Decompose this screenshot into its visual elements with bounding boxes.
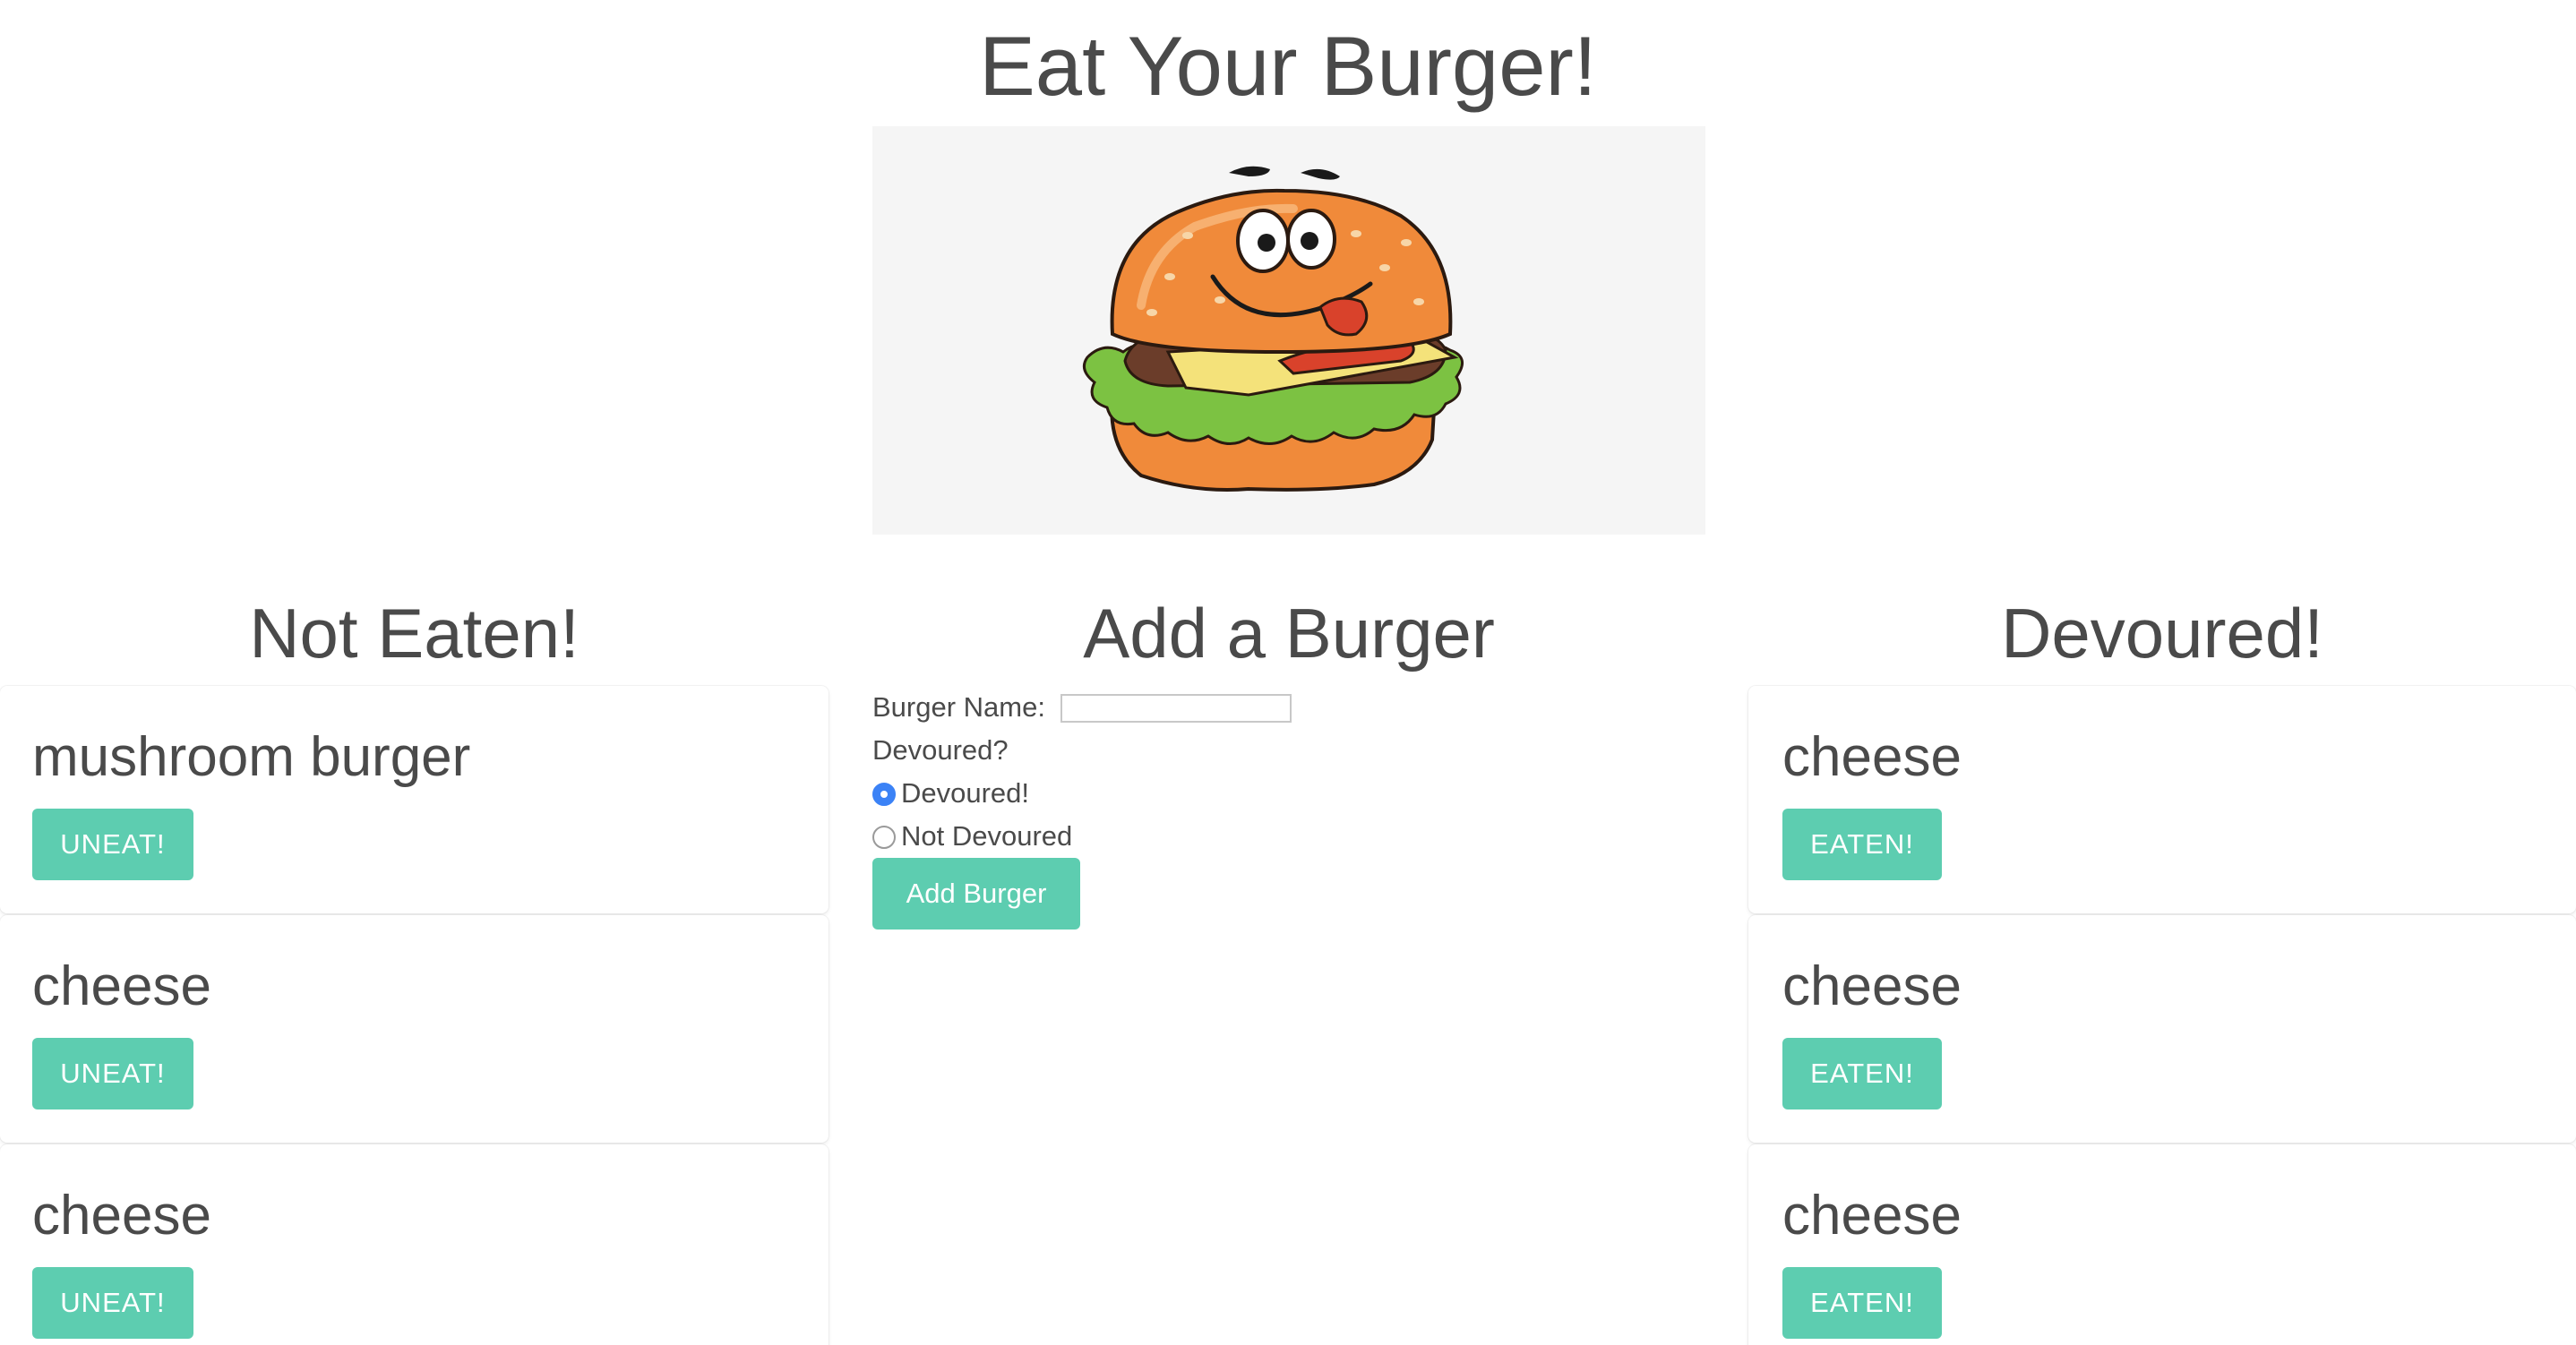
burger-name-row: Burger Name:	[872, 686, 1045, 729]
burger-name: cheese	[32, 1185, 211, 1246]
page: Eat Your Burger! Not Eaten! Add a Burger…	[0, 0, 2576, 1345]
devoured-option-label: Devoured!	[901, 777, 1030, 809]
add-burger-heading: Add a Burger	[1083, 594, 1495, 672]
uneat-button[interactable]: UNEAT!	[32, 809, 193, 880]
add-burger-button[interactable]: Add Burger	[872, 858, 1080, 930]
eaten-button[interactable]: EATEN!	[1782, 1038, 1942, 1109]
burger-name: cheese	[1782, 955, 1962, 1017]
not-eaten-card: mushroom burger UNEAT!	[0, 686, 829, 913]
burger-name: cheese	[32, 955, 211, 1017]
uneat-button[interactable]: UNEAT!	[32, 1038, 193, 1109]
not-eaten-card: cheese UNEAT!	[0, 1144, 829, 1345]
page-title: Eat Your Burger!	[979, 19, 1597, 113]
devoured-card: cheese EATEN!	[1748, 1144, 2576, 1345]
devoured-card: cheese EATEN!	[1748, 915, 2576, 1143]
burger-name-label: Burger Name:	[872, 691, 1045, 723]
eaten-button[interactable]: EATEN!	[1782, 1267, 1942, 1339]
burger-name: cheese	[1782, 726, 1962, 788]
devoured-heading: Devoured!	[2001, 594, 2323, 672]
burger-hero-image	[872, 126, 1705, 535]
not-eaten-heading: Not Eaten!	[249, 594, 580, 672]
eaten-button[interactable]: EATEN!	[1782, 809, 1942, 880]
not-devoured-radio[interactable]	[872, 826, 896, 849]
burger-name: mushroom burger	[32, 726, 471, 788]
uneat-button[interactable]: UNEAT!	[32, 1267, 193, 1339]
devoured-card: cheese EATEN!	[1748, 686, 2576, 913]
not-eaten-card: cheese UNEAT!	[0, 915, 829, 1143]
devoured-radio[interactable]	[872, 783, 896, 806]
not-devoured-option-label: Not Devoured	[901, 820, 1073, 852]
burger-name-input[interactable]	[1060, 694, 1292, 723]
devoured-question: Devoured?	[872, 734, 1009, 766]
cartoon-burger-icon	[1082, 166, 1464, 492]
burger-name: cheese	[1782, 1185, 1962, 1246]
